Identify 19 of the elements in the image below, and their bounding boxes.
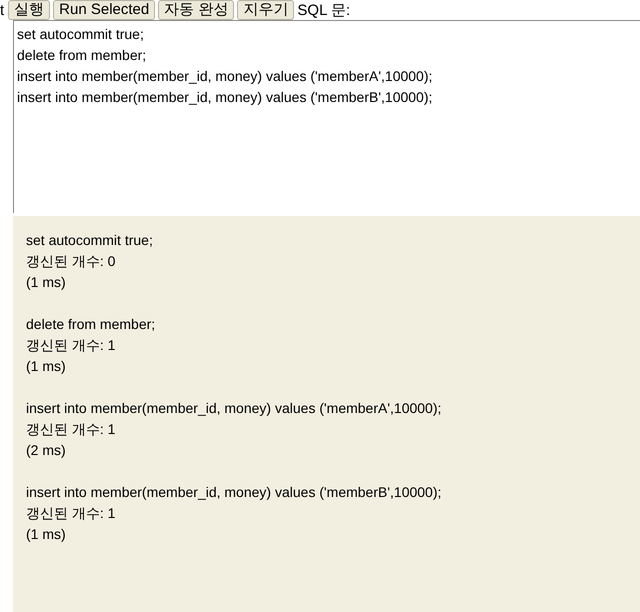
sql-editor[interactable]: set autocommit true; delete from member; insert into member(member_id, money) values ('memberA',10000); insert into member(member_id, money) values ('memberB',10000); xyxy=(13,20,640,213)
result-time: (1 ms) xyxy=(26,525,67,544)
result-update-count: 갱신된 개수: 1 xyxy=(26,336,116,355)
toolbar-button[interactable]: 자동 완성 xyxy=(158,0,234,20)
result-update-count: 갱신된 개수: 1 xyxy=(26,420,116,439)
result-statement: delete from member; xyxy=(26,315,156,334)
result-statement: insert into member(member_id, money) values ('memberA',10000); xyxy=(26,399,442,418)
result-time: (2 ms) xyxy=(26,441,67,460)
toolbar-button[interactable]: 지우기 xyxy=(237,0,294,20)
result-time: (1 ms) xyxy=(26,357,67,376)
sql-label: SQL 문: xyxy=(297,0,350,20)
result-statement: set autocommit true; xyxy=(26,231,154,250)
result-update-count: 갱신된 개수: 0 xyxy=(26,252,116,271)
result-statement: insert into member(member_id, money) values ('memberB',10000); xyxy=(26,483,442,502)
toolbar-button[interactable]: 실행 xyxy=(8,0,50,20)
result-time: (1 ms) xyxy=(26,273,67,292)
toolbar-button[interactable]: Run Selected xyxy=(53,0,156,20)
toolbar-label: t xyxy=(0,2,4,18)
result-update-count: 갱신된 개수: 1 xyxy=(26,504,116,523)
